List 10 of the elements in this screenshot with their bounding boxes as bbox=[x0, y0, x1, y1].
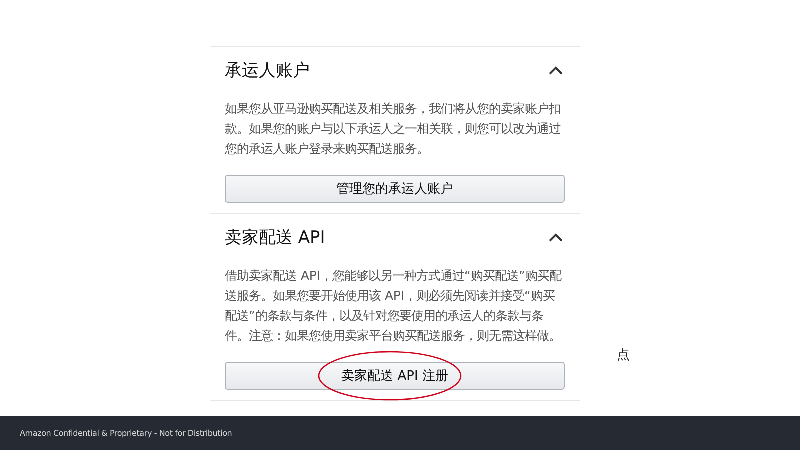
section-title: 承运人账户 bbox=[225, 60, 310, 82]
section-description: 如果您从亚马逊购买配送及相关服务，我们将从您的卖家账户扣款。如果您的账户与以下承运人之一相关联，则您可以改为通过您的承运人账户登录来购买配送服务。 bbox=[225, 100, 562, 158]
section-title: 卖家配送 API bbox=[225, 226, 326, 248]
footer-text: Amazon Confidential & Proprietary - Not for Distribution bbox=[20, 428, 232, 438]
section-description: 借助卖家配送 API，您能够以另一种方式通过“购买配送”购买配送服务。如果您要开始使用该 API，则必须先阅读并接受“购买配送”的条款与条件，以及针对您要使用的承运人的条款与条件。注意：如果您使用卖家平台购买配送服务，则无需这样做。 bbox=[225, 267, 563, 345]
side-note: 点 bbox=[617, 347, 630, 364]
chevron-up-icon[interactable] bbox=[549, 66, 563, 74]
chevron-up-icon[interactable] bbox=[549, 232, 563, 242]
section-button[interactable]: 管理您的承运人账户 bbox=[225, 175, 565, 203]
section-button[interactable]: 卖家配送 API 注册 bbox=[225, 362, 565, 390]
